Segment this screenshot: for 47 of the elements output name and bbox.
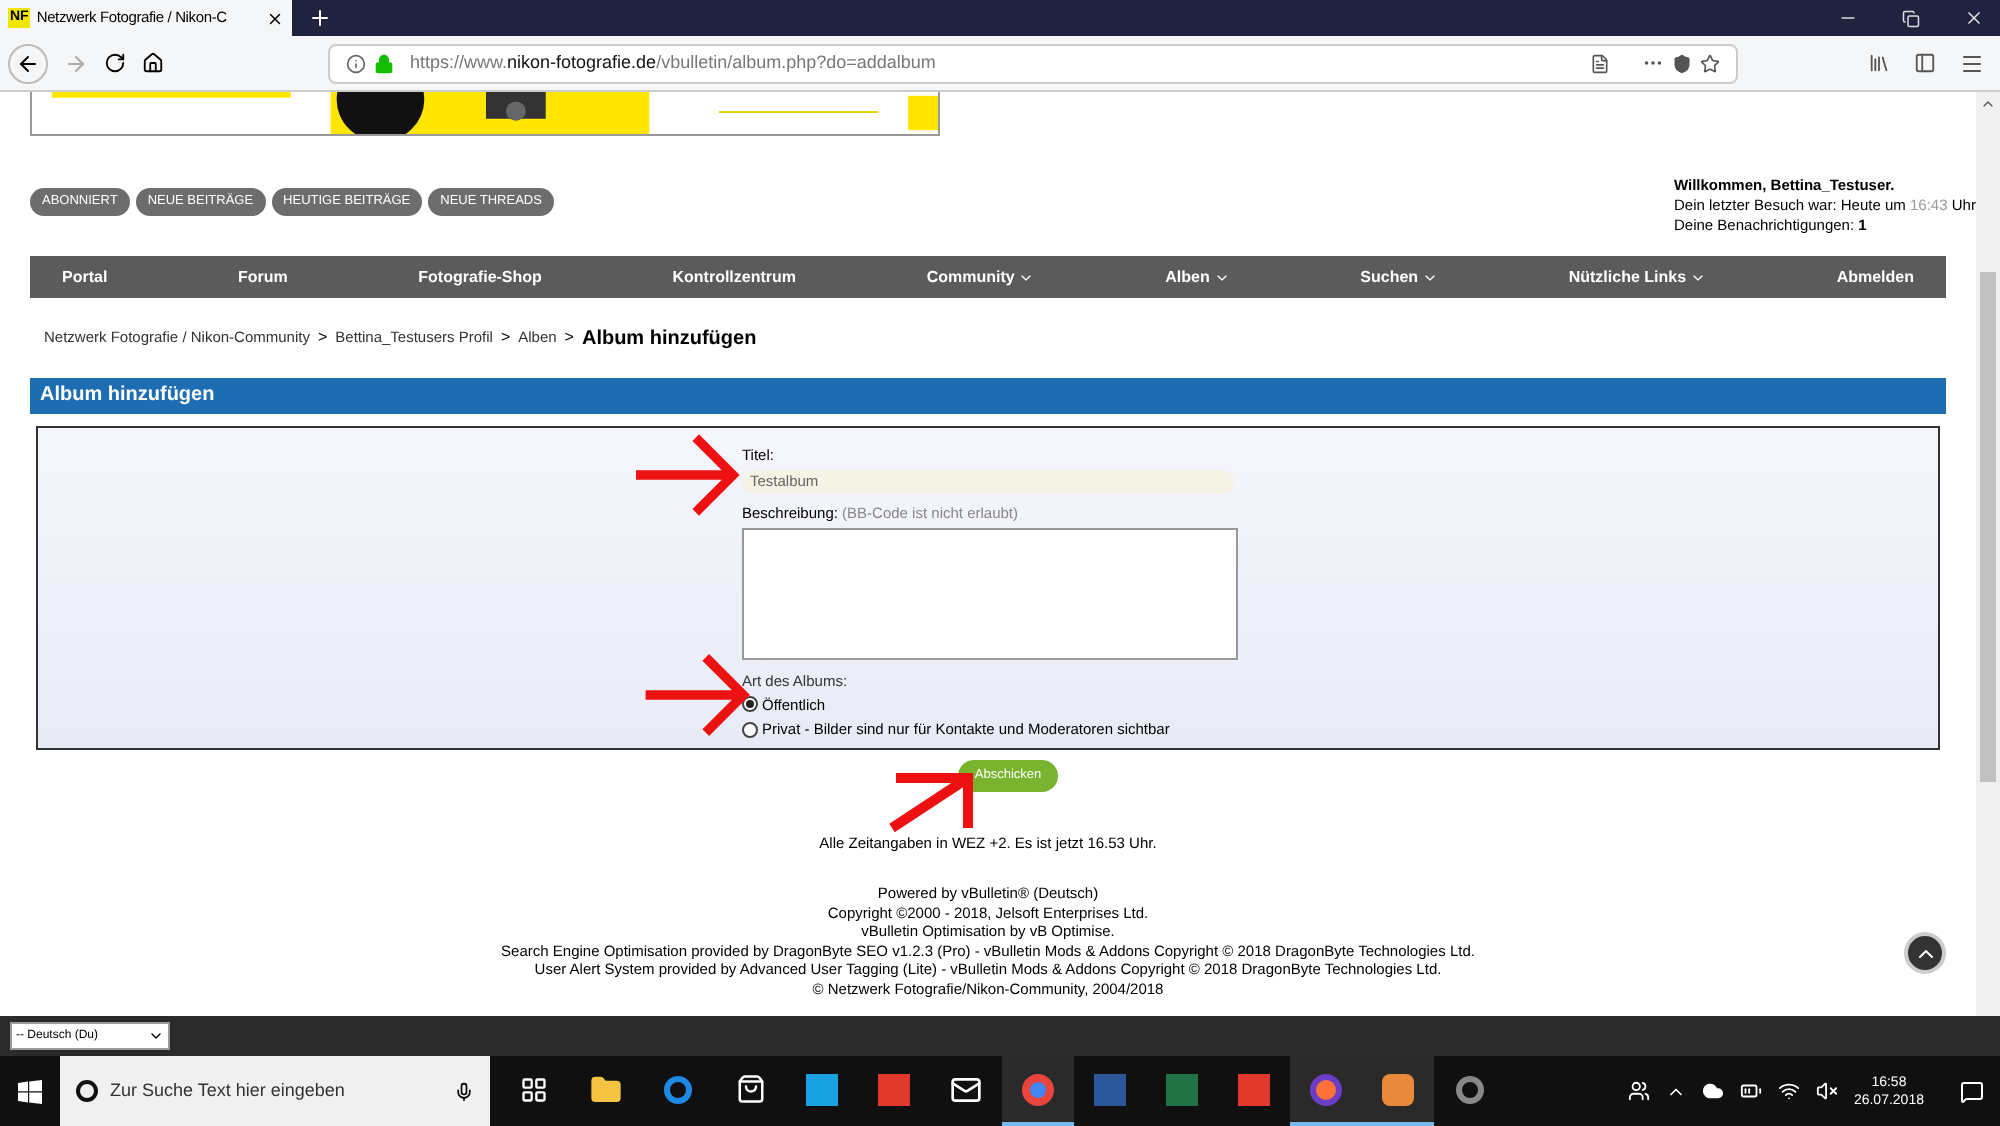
url-text: https://www.nikon-fotografie.de/vbulletin/album.php?do=addalbum <box>410 49 936 76</box>
taskbar-search-field[interactable]: Zur Suche Text hier eingeben <box>60 1056 490 1126</box>
windows-logo-icon <box>18 1079 42 1103</box>
chevron-down-icon <box>148 1028 164 1044</box>
radio-button[interactable] <box>742 721 758 738</box>
new-tab-icon[interactable] <box>308 6 332 30</box>
nav-link[interactable]: Forum <box>237 265 288 289</box>
info-icon <box>346 53 366 73</box>
nav-link[interactable]: Abmelden <box>1836 265 1914 289</box>
volume-icon[interactable] <box>1815 1080 1838 1102</box>
address-bar[interactable]: https://www.nikon-fotografie.de/vbulletin/album.php?do=addalbum <box>328 43 1738 83</box>
breadcrumb-separator: > <box>500 326 511 350</box>
back-arrow-icon <box>16 51 40 75</box>
back-button[interactable] <box>8 43 48 83</box>
notification-icon[interactable] <box>1960 1079 1984 1103</box>
cloud-icon[interactable] <box>1701 1080 1724 1102</box>
nav-link[interactable]: Alben <box>1165 265 1230 289</box>
home-icon[interactable] <box>142 52 164 74</box>
people-icon[interactable] <box>1627 1080 1650 1102</box>
page-title: Album hinzufügen <box>581 325 757 353</box>
bookmark-icon[interactable] <box>1700 53 1720 73</box>
nav-link[interactable]: Kontrollzentrum <box>672 265 797 289</box>
nav-link[interactable]: Suchen <box>1360 265 1439 289</box>
scroll-up-icon[interactable] <box>1980 96 1996 112</box>
nav-link[interactable]: Fotografie-Shop <box>418 265 542 289</box>
search-icon <box>76 1080 98 1102</box>
nav-link[interactable]: Community <box>926 265 1035 289</box>
library-icon[interactable] <box>1868 52 1890 74</box>
sidebar-icon[interactable] <box>1914 52 1936 74</box>
nav-link[interactable]: Nützliche Links <box>1568 265 1707 289</box>
nav-link[interactable]: Portal <box>62 265 108 289</box>
breadcrumb-separator: > <box>317 326 328 350</box>
description-textarea[interactable] <box>742 527 1238 659</box>
close-icon[interactable] <box>1964 8 1984 28</box>
menu-icon[interactable] <box>1960 51 1984 75</box>
reload-icon[interactable] <box>104 52 126 74</box>
reader-view-icon[interactable] <box>1590 53 1610 73</box>
wifi-icon[interactable] <box>1777 1080 1800 1102</box>
restore-icon[interactable] <box>1902 9 1920 27</box>
section-header: Album hinzufügen <box>30 378 1946 414</box>
lock-icon <box>374 53 394 73</box>
scrollbar[interactable] <box>1976 92 2000 1016</box>
breadcrumb-separator: > <box>564 326 574 350</box>
microphone-icon[interactable] <box>454 1081 474 1101</box>
close-icon[interactable] <box>266 9 284 27</box>
battery-icon[interactable] <box>1739 1080 1762 1102</box>
scroll-top-button[interactable] <box>1904 932 1946 974</box>
